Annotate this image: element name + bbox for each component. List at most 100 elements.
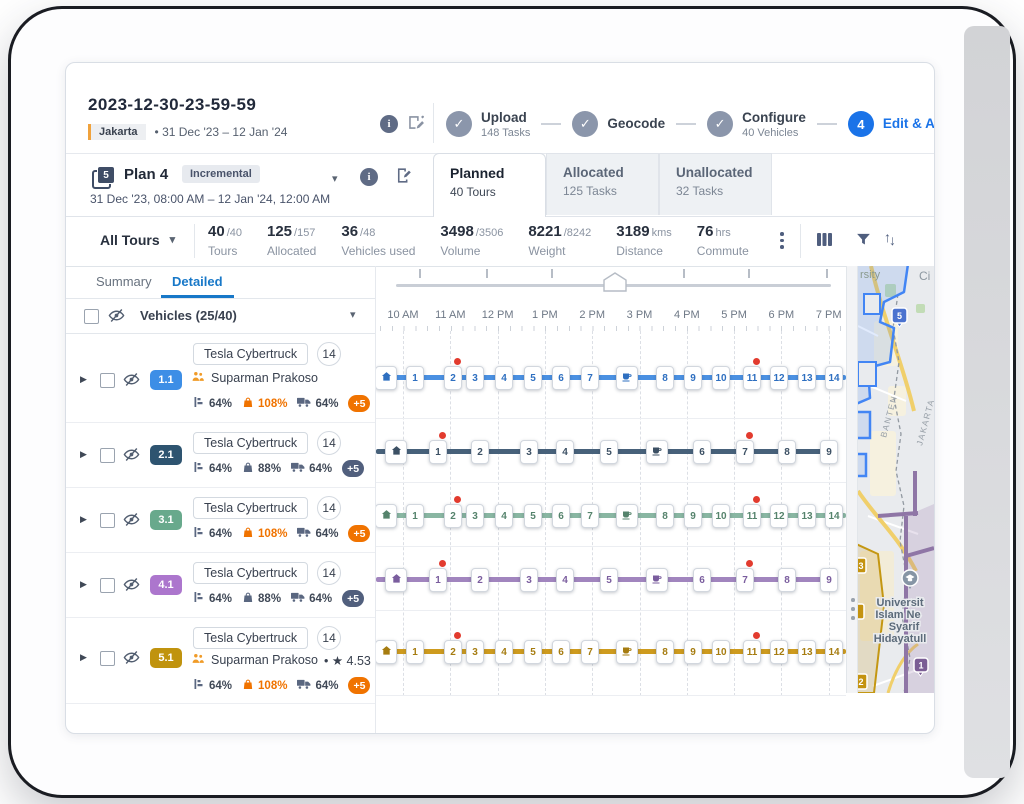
stop-marker[interactable]: 4 (556, 440, 574, 464)
vehicle-checkbox[interactable] (100, 448, 115, 463)
tab-allocated[interactable]: Allocated125 Tasks (546, 153, 659, 215)
extra-tasks-pill[interactable]: +5 (342, 460, 364, 477)
stop-marker[interactable]: 8 (778, 568, 796, 592)
stop-marker[interactable]: 1 (406, 504, 424, 528)
break-marker[interactable] (616, 640, 638, 664)
vehicles-group-header[interactable]: Vehicles (25/40) ▾ (66, 299, 375, 334)
stop-marker[interactable]: 7 (736, 440, 754, 464)
stop-marker[interactable]: 10 (712, 504, 730, 528)
stop-marker[interactable]: 5 (600, 440, 618, 464)
stop-marker[interactable]: 9 (684, 504, 702, 528)
vehicle-row-5.1[interactable]: ▶5.1Tesla Cybertruck14Suparman Prakoso• … (66, 618, 375, 704)
vehicle-type-chip[interactable]: Tesla Cybertruck (193, 562, 308, 584)
collapse-caret-icon[interactable]: ▾ (350, 310, 356, 321)
stop-marker[interactable]: 10 (712, 366, 730, 390)
tour-id-badge[interactable]: 1.1 (150, 370, 182, 390)
stop-marker[interactable]: 7 (581, 366, 599, 390)
info-icon[interactable]: i (380, 115, 398, 133)
stepper-step-edit-assi[interactable]: 4Edit & Assi (848, 111, 935, 137)
hide-vehicle-eye-off-icon[interactable] (123, 446, 140, 468)
task-count-badge[interactable]: 14 (317, 431, 341, 455)
stop-marker[interactable]: 14 (825, 640, 843, 664)
stop-marker[interactable]: 2 (471, 568, 489, 592)
vehicle-row-2.1[interactable]: ▶2.1Tesla Cybertruck1464%88%64%+5 (66, 423, 375, 488)
stop-marker[interactable]: 11 (743, 504, 761, 528)
hide-all-eye-off-icon[interactable] (108, 307, 125, 329)
stop-marker[interactable]: 9 (684, 640, 702, 664)
stop-marker[interactable]: 10 (712, 640, 730, 664)
stop-marker[interactable]: 5 (600, 568, 618, 592)
stop-marker[interactable]: 4 (495, 366, 513, 390)
stop-marker[interactable]: 9 (820, 568, 838, 592)
vehicle-row-1.1[interactable]: ▶1.1Tesla Cybertruck14Suparman Prakoso64… (66, 334, 375, 423)
tour-filter-dropdown[interactable]: All Tours ▾ (100, 232, 175, 248)
tab-planned[interactable]: Planned40 Tours (433, 153, 546, 217)
expand-icon[interactable]: ▶ (80, 652, 87, 663)
stop-marker[interactable]: 1 (406, 366, 424, 390)
vehicle-checkbox[interactable] (100, 513, 115, 528)
extra-tasks-pill[interactable]: +5 (348, 395, 370, 412)
vehicle-checkbox[interactable] (100, 651, 115, 666)
stop-marker[interactable]: 1 (429, 440, 447, 464)
more-options-icon[interactable] (778, 230, 786, 251)
map-canvas[interactable]: rsity Ci BANTEN JAKARTA Universit Islam … (858, 266, 934, 693)
extra-tasks-pill[interactable]: +5 (348, 677, 370, 694)
plan-caret-icon[interactable]: ▾ (332, 174, 338, 185)
stop-marker[interactable]: 12 (770, 504, 788, 528)
edit-note-icon[interactable] (406, 113, 425, 137)
vehicle-type-chip[interactable]: Tesla Cybertruck (193, 627, 308, 649)
home-marker[interactable] (376, 504, 397, 528)
stop-marker[interactable]: 3 (520, 440, 538, 464)
vehicle-row-3.1[interactable]: ▶3.1Tesla Cybertruck1464%108%64%+5 (66, 488, 375, 553)
stop-marker[interactable]: 6 (693, 440, 711, 464)
vehicle-type-chip[interactable]: Tesla Cybertruck (193, 343, 308, 365)
stop-marker[interactable]: 3 (466, 640, 484, 664)
columns-icon[interactable] (816, 231, 833, 253)
hide-vehicle-eye-off-icon[interactable] (123, 511, 140, 533)
tab-detailed[interactable]: Detailed (161, 274, 234, 298)
stepper-step-upload[interactable]: ✓Upload148 Tasks (446, 109, 530, 139)
stop-marker[interactable]: 11 (743, 640, 761, 664)
stop-marker[interactable]: 2 (444, 640, 462, 664)
stop-marker[interactable]: 7 (581, 640, 599, 664)
stop-marker[interactable]: 11 (743, 366, 761, 390)
select-all-checkbox[interactable] (84, 309, 99, 324)
tour-id-badge[interactable]: 2.1 (150, 445, 182, 465)
stop-marker[interactable]: 4 (556, 568, 574, 592)
stop-marker[interactable]: 2 (471, 440, 489, 464)
stop-marker[interactable]: 13 (798, 640, 816, 664)
stop-marker[interactable]: 13 (798, 366, 816, 390)
task-count-badge[interactable]: 14 (317, 626, 341, 650)
stop-marker[interactable]: 3 (466, 504, 484, 528)
vehicle-checkbox[interactable] (100, 373, 115, 388)
stop-marker[interactable]: 9 (820, 440, 838, 464)
hide-vehicle-eye-off-icon[interactable] (123, 649, 140, 671)
hide-vehicle-eye-off-icon[interactable] (123, 371, 140, 393)
break-marker[interactable] (616, 366, 638, 390)
stop-marker[interactable]: 8 (656, 366, 674, 390)
stop-marker[interactable]: 5 (524, 504, 542, 528)
expand-icon[interactable]: ▶ (80, 374, 87, 385)
stop-marker[interactable]: 3 (520, 568, 538, 592)
stop-marker[interactable]: 1 (406, 640, 424, 664)
timeline-range-slider[interactable] (376, 266, 846, 301)
home-marker[interactable] (385, 568, 407, 592)
filter-icon[interactable] (855, 231, 872, 253)
break-marker[interactable] (646, 440, 668, 464)
task-count-badge[interactable]: 14 (317, 496, 341, 520)
map-marker[interactable]: 3 (858, 558, 866, 573)
stop-marker[interactable]: 8 (656, 504, 674, 528)
stop-marker[interactable]: 9 (684, 366, 702, 390)
task-count-badge[interactable]: 14 (317, 342, 341, 366)
stop-marker[interactable]: 8 (656, 640, 674, 664)
map-marker[interactable]: 2 (858, 674, 867, 689)
stop-marker[interactable]: 12 (770, 366, 788, 390)
stop-marker[interactable]: 14 (825, 504, 843, 528)
home-marker[interactable] (376, 640, 397, 664)
slider-handle[interactable] (603, 272, 627, 297)
expand-icon[interactable]: ▶ (80, 449, 87, 460)
stop-marker[interactable]: 4 (495, 504, 513, 528)
stop-marker[interactable]: 14 (825, 366, 843, 390)
plan-edit-icon[interactable] (394, 166, 413, 190)
stop-marker[interactable]: 7 (736, 568, 754, 592)
